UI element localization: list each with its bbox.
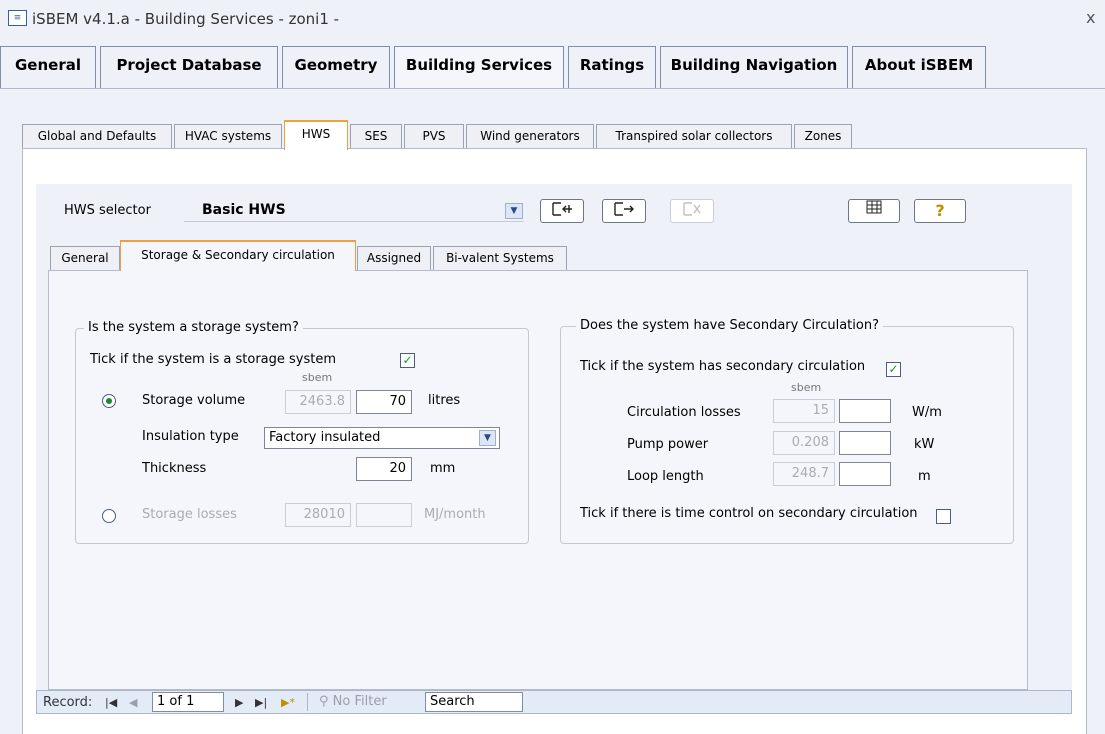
tab-building-services[interactable]: Building Services: [394, 46, 564, 88]
intab-bivalent-systems[interactable]: Bi-valent Systems: [433, 246, 567, 270]
pump-power-unit: kW: [914, 437, 935, 452]
record-position[interactable]: 1 of 1: [152, 692, 224, 712]
storage-tick-label: Tick if the system is a storage system: [90, 352, 337, 367]
storage-checkbox[interactable]: ✓: [400, 353, 415, 368]
table-icon: [866, 200, 882, 214]
insert-after-icon: [614, 202, 634, 216]
tab-general[interactable]: General: [0, 46, 96, 88]
record-label: Record:: [43, 695, 93, 710]
storage-volume-sbem: 2463.8: [285, 390, 351, 414]
circulation-losses-sbem: 15: [773, 399, 835, 423]
storage-losses-label: Storage losses: [142, 507, 237, 522]
secondary-checkbox[interactable]: ✓: [886, 362, 901, 377]
intab-assigned[interactable]: Assigned: [357, 246, 431, 270]
next-record-button[interactable]: [602, 199, 646, 223]
search-input[interactable]: Search: [425, 692, 523, 712]
subtab-wind-generators[interactable]: Wind generators: [466, 124, 594, 148]
hws-selector[interactable]: Basic HWS: [184, 198, 524, 222]
insulation-type-label: Insulation type: [142, 429, 239, 444]
delete-record-button: [670, 199, 714, 223]
secondary-sbem-label: sbem: [791, 381, 822, 394]
delete-icon: [683, 202, 701, 216]
storage-sbem-label: sbem: [302, 371, 333, 384]
help-button[interactable]: ?: [914, 199, 966, 223]
table-view-button[interactable]: [848, 199, 900, 223]
intab-storage-secondary[interactable]: Storage & Secondary circulation: [120, 240, 356, 271]
subtab-zones[interactable]: Zones: [794, 124, 852, 148]
new-record-icon[interactable]: ▶*: [281, 696, 295, 709]
loop-length-unit: m: [918, 469, 931, 484]
pump-power-input[interactable]: [839, 431, 891, 455]
next-record-icon[interactable]: ▶: [235, 696, 243, 709]
subtab-hvac-systems[interactable]: HVAC systems: [174, 124, 282, 148]
loop-length-sbem: 248.7: [773, 462, 835, 486]
window-title: iSBEM v4.1.a - Building Services - zoni1…: [32, 10, 340, 28]
tab-about-isbem[interactable]: About iSBEM: [852, 46, 986, 88]
circulation-losses-unit: W/m: [912, 405, 942, 420]
pump-power-sbem: 0.208: [773, 431, 835, 455]
secondary-group-title: Does the system have Secondary Circulati…: [576, 318, 883, 333]
time-control-label: Tick if there is time control on seconda…: [580, 506, 918, 521]
prev-record-icon[interactable]: ◀: [129, 696, 137, 709]
help-icon: ?: [935, 201, 945, 220]
previous-record-button[interactable]: [540, 199, 584, 223]
last-record-icon[interactable]: ▶|: [255, 696, 267, 709]
tab-ratings[interactable]: Ratings: [568, 46, 656, 88]
first-record-icon[interactable]: |◀: [105, 696, 117, 709]
subtab-transpired-solar-collectors[interactable]: Transpired solar collectors: [596, 124, 792, 148]
close-icon[interactable]: x: [1086, 8, 1095, 27]
thickness-unit: mm: [430, 461, 456, 476]
divider: [307, 693, 308, 711]
subtab-hws[interactable]: HWS: [284, 120, 348, 150]
subtab-ses[interactable]: SES: [350, 124, 402, 148]
record-navigation: Record: |◀ ◀ 1 of 1 ▶ ▶| ▶* ⚲ No Filter …: [36, 690, 1072, 714]
storage-losses-radio[interactable]: [102, 509, 116, 523]
tab-project-database[interactable]: Project Database: [100, 46, 278, 88]
time-control-checkbox[interactable]: [936, 509, 951, 524]
circulation-losses-label: Circulation losses: [627, 405, 741, 420]
tab-divider: [0, 88, 1105, 89]
storage-volume-input[interactable]: 70: [356, 390, 412, 414]
storage-volume-label: Storage volume: [142, 393, 246, 408]
storage-group-title: Is the system a storage system?: [84, 320, 303, 335]
thickness-label: Thickness: [142, 461, 207, 476]
subtab-global-defaults[interactable]: Global and Defaults: [22, 124, 172, 148]
app-icon: ≡: [8, 10, 27, 26]
storage-losses-unit: MJ/month: [424, 507, 486, 522]
chevron-down-icon[interactable]: ▼: [479, 430, 496, 446]
tab-geometry[interactable]: Geometry: [282, 46, 390, 88]
insert-before-icon: [552, 202, 572, 216]
pump-power-label: Pump power: [627, 437, 709, 452]
filter-icon: ⚲: [319, 694, 333, 709]
subtab-pvs[interactable]: PVS: [404, 124, 464, 148]
storage-losses-sbem: 28010: [285, 503, 351, 527]
circulation-losses-input[interactable]: [839, 399, 891, 423]
intab-general[interactable]: General: [50, 246, 120, 270]
secondary-tick-label: Tick if the system has secondary circula…: [580, 359, 866, 374]
storage-volume-radio[interactable]: [102, 394, 116, 408]
hws-selector-label: HWS selector: [64, 203, 151, 218]
chevron-down-icon[interactable]: ▼: [505, 203, 523, 219]
storage-volume-unit: litres: [428, 393, 461, 408]
insulation-type-select[interactable]: Factory insulated: [264, 427, 500, 449]
no-filter-button[interactable]: ⚲ No Filter: [319, 694, 387, 709]
loop-length-input[interactable]: [839, 462, 891, 486]
no-filter-label: No Filter: [332, 694, 387, 709]
loop-length-label: Loop length: [627, 469, 704, 484]
thickness-input[interactable]: 20: [356, 457, 412, 481]
storage-losses-input: [356, 503, 412, 527]
tab-building-navigation[interactable]: Building Navigation: [660, 46, 848, 88]
